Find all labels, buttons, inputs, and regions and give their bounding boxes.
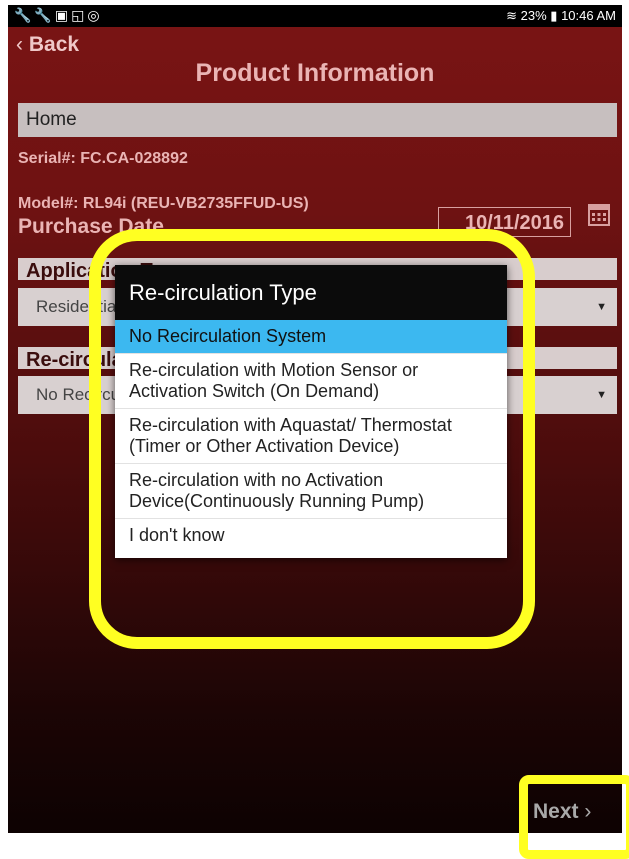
back-label: Back <box>28 33 80 56</box>
name-input[interactable]: Home <box>18 103 617 137</box>
clock: 10:46 AM <box>561 8 616 23</box>
serial-number: Serial#: FC.CA-028892 <box>18 150 188 167</box>
dialog-highlight <box>89 229 535 649</box>
wifi-icon: ≋ <box>506 8 517 23</box>
page-title: Product Information <box>195 59 435 87</box>
status-right: ≋ 23% ▮ 10:46 AM <box>506 8 616 24</box>
status-bar: 🔧🔧▣◱◎ ≋ 23% ▮ 10:46 AM <box>8 5 622 27</box>
back-button[interactable]: ‹ Back <box>16 33 79 57</box>
dropdown-arrow-icon: ▼ <box>596 301 607 313</box>
dropdown-arrow-icon: ▼ <box>596 389 607 401</box>
chevron-left-icon: ‹ <box>16 33 23 56</box>
status-icons: 🔧🔧▣◱◎ <box>14 7 103 23</box>
model-number: Model#: RL94i (REU-VB2735FFUD-US) <box>18 195 309 212</box>
calendar-icon[interactable] <box>588 202 610 226</box>
battery-percent: 23% <box>520 8 547 23</box>
battery-icon: ▮ <box>550 8 558 23</box>
next-highlight <box>519 775 629 859</box>
